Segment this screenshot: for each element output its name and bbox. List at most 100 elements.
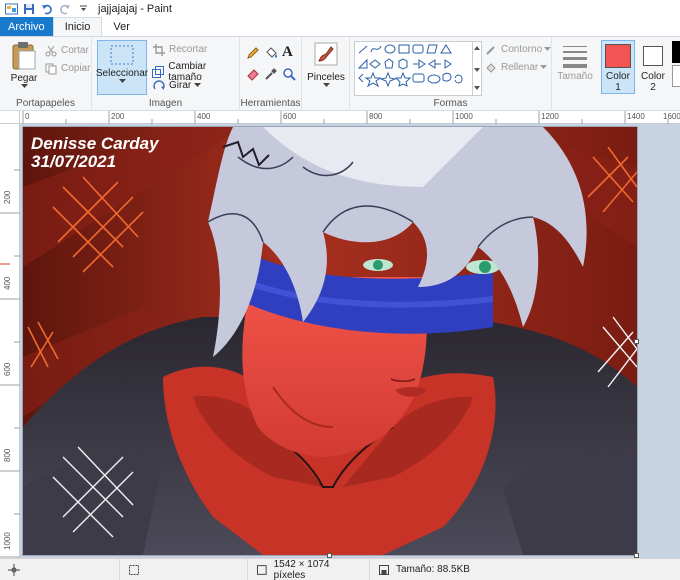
group-brushes: Pinceles — [302, 37, 350, 111]
line-width-icon — [563, 46, 587, 68]
image-dimensions: 1542 × 1074 píxeles — [248, 559, 370, 580]
select-label: Seleccionar — [95, 68, 149, 79]
h-ruler-label: 0 — [25, 112, 30, 121]
palette-swatch-white[interactable] — [672, 65, 680, 87]
color2-swatch — [643, 46, 663, 66]
title-bar: jajjajajaj - Paint — [0, 0, 680, 17]
scroll-arrows-icon — [474, 46, 480, 90]
group-size: Tamaño — [552, 37, 598, 111]
chevron-down-icon — [118, 79, 126, 83]
color1-swatch — [605, 44, 631, 68]
crop-label: Recortar — [169, 44, 208, 55]
v-ruler-label: 600 — [3, 362, 12, 376]
selection-icon — [110, 45, 134, 65]
copy-icon — [44, 62, 57, 75]
v-ruler-label: 800 — [3, 448, 12, 462]
clipboard-icon — [12, 42, 36, 70]
ribbon-tabs: Archivo Inicio Ver — [0, 17, 680, 36]
signature-date: 31/07/2021 — [31, 152, 116, 171]
artwork-illustration: Denisse Carday 31/07/2021 — [23, 127, 637, 555]
ruler-corner — [0, 111, 20, 124]
color2-label: Color — [641, 71, 665, 82]
chevron-down-icon — [322, 83, 330, 87]
paint-app-icon — [4, 2, 18, 16]
cut-label: Cortar — [61, 45, 89, 56]
paste-button[interactable]: Pegar — [6, 41, 42, 89]
selection-size — [120, 559, 248, 580]
h-ruler-label: 600 — [283, 112, 297, 121]
canvas-resize-handle-right[interactable] — [634, 339, 639, 344]
clipboard-group-label: Portapapeles — [16, 98, 75, 109]
window-title: jajjajajaj - Paint — [98, 2, 172, 15]
status-bar: 1542 × 1074 píxeles Tamaño: 88.5KB — [0, 558, 680, 580]
vertical-ruler: 200 400 600 800 1000 — [0, 124, 20, 558]
color1-button[interactable]: Color 1 — [601, 40, 635, 94]
copy-label: Copiar — [61, 63, 91, 74]
chevron-down-icon — [194, 83, 202, 87]
pencil-icon[interactable] — [246, 46, 260, 63]
outline-label: Contorno — [501, 44, 543, 55]
size-button[interactable]: Tamaño — [556, 43, 594, 82]
tab-archivo[interactable]: Archivo — [0, 17, 53, 36]
redo-icon[interactable] — [58, 2, 72, 16]
tab-inicio[interactable]: Inicio — [52, 17, 103, 36]
cursor-position-icon — [8, 563, 20, 576]
h-ruler-label: 800 — [369, 112, 383, 121]
signature-name: Denisse Carday — [31, 134, 160, 153]
crop-button[interactable]: Recortar — [152, 43, 207, 56]
shapes-gallery[interactable] — [354, 41, 478, 96]
chevron-down-icon — [20, 84, 28, 88]
selection-size-icon — [129, 564, 139, 575]
fill-button[interactable]: Rellenar — [484, 61, 548, 74]
color1-number: 1 — [615, 82, 621, 93]
fill-bucket-icon[interactable] — [264, 46, 278, 63]
rotate-label: Girar — [169, 80, 192, 91]
color2-button[interactable]: Color 2 — [637, 40, 669, 94]
cut-button[interactable]: Cortar — [44, 44, 89, 57]
quick-access-dropdown-icon[interactable] — [76, 2, 90, 16]
group-tools: A Herramientas — [240, 37, 302, 111]
v-ruler-label: 400 — [3, 276, 12, 290]
save-icon[interactable] — [22, 2, 36, 16]
scissors-icon — [44, 44, 57, 57]
shapes-scrollbar[interactable] — [472, 41, 482, 96]
horizontal-ruler: 0 200 400 600 800 1000 1200 1400 1600 — [20, 111, 680, 124]
select-button[interactable]: Seleccionar — [95, 40, 149, 95]
image-group-label: Imagen — [148, 98, 183, 109]
brushes-button[interactable]: Pinceles — [306, 41, 346, 88]
resize-icon — [152, 66, 165, 79]
file-size: Tamaño: 88.5KB — [370, 559, 492, 580]
tools-group-label: Herramientas — [240, 98, 301, 109]
h-ruler-label: 200 — [111, 112, 125, 121]
h-ruler-label: 400 — [197, 112, 211, 121]
group-clipboard: Pegar Cortar Copiar Portapapeles — [0, 37, 92, 111]
palette-swatch-black[interactable] — [672, 41, 680, 63]
chevron-down-icon — [544, 47, 552, 51]
text-tool-icon[interactable]: A — [282, 44, 293, 61]
tab-ver[interactable]: Ver — [102, 17, 141, 36]
size-label: Tamaño — [557, 71, 593, 82]
v-ruler-label: 200 — [3, 190, 12, 204]
fill-label: Rellenar — [501, 62, 539, 73]
shapes-group-label: Formas — [433, 98, 468, 109]
outline-icon — [484, 43, 497, 56]
rotate-button[interactable]: Girar — [152, 79, 202, 92]
drawing-canvas[interactable]: Denisse Carday 31/07/2021 — [23, 127, 637, 555]
file-size-icon — [379, 564, 389, 575]
group-shapes: Contorno Rellenar Formas — [350, 37, 552, 111]
outline-button[interactable]: Contorno — [484, 43, 552, 56]
eraser-icon[interactable] — [246, 67, 260, 84]
color1-label: Color — [606, 71, 630, 82]
color-picker-icon[interactable] — [264, 67, 278, 84]
undo-icon[interactable] — [40, 2, 54, 16]
chevron-down-icon — [540, 65, 548, 69]
brushes-label: Pinceles — [307, 72, 345, 83]
ribbon: Pegar Cortar Copiar Portapapeles Selecci… — [0, 36, 680, 111]
h-ruler-label: 1000 — [455, 112, 473, 121]
file-size-text: Tamaño: 88.5KB — [396, 564, 470, 575]
dimensions-text: 1542 × 1074 píxeles — [273, 558, 330, 580]
h-ruler-label: 1600 — [663, 112, 680, 121]
copy-button[interactable]: Copiar — [44, 62, 90, 75]
vertical-ruler-ticks — [0, 169, 20, 558]
magnifier-icon[interactable] — [282, 67, 296, 84]
